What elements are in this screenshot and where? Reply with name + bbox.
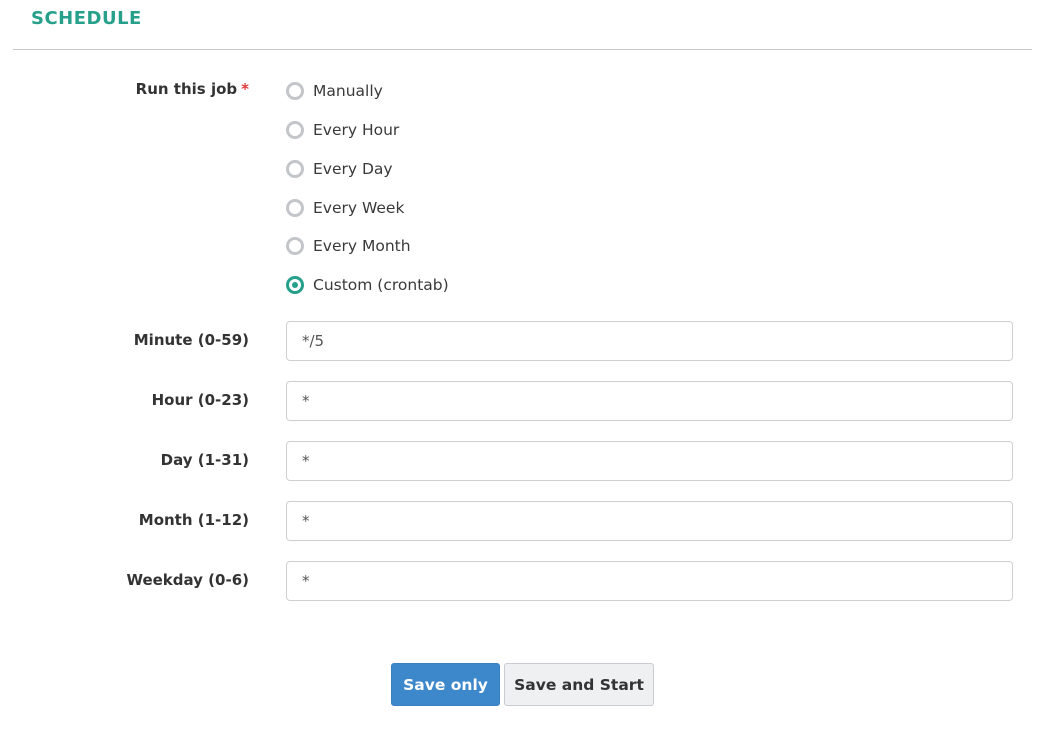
section-divider [13,49,1032,50]
radio-icon[interactable] [286,121,304,139]
radio-manually[interactable]: Manually [286,80,383,102]
radio-every-day[interactable]: Every Day [286,158,393,180]
radio-label: Custom (crontab) [313,276,449,294]
weekday-input[interactable] [286,561,1013,601]
month-label: Month (1-12) [138,511,249,529]
radio-label: Manually [313,82,383,100]
minute-input[interactable] [286,321,1013,361]
radio-label: Every Hour [313,121,400,139]
run-job-label-text: Run this job [135,80,238,98]
hour-input[interactable] [286,381,1013,421]
radio-label: Every Day [313,160,393,178]
radio-checked-icon[interactable] [286,276,304,294]
radio-every-hour[interactable]: Every Hour [286,119,399,141]
save-only-button[interactable]: Save only [391,663,500,706]
radio-icon[interactable] [286,237,304,255]
save-and-start-button[interactable]: Save and Start [504,663,654,706]
minute-label: Minute (0-59) [133,331,249,349]
required-marker: * [241,80,249,98]
day-input[interactable] [286,441,1013,481]
day-label: Day (1-31) [160,451,249,469]
radio-every-month[interactable]: Every Month [286,235,411,257]
radio-icon[interactable] [286,160,304,178]
month-input[interactable] [286,501,1013,541]
run-job-label: Run this job * [136,80,249,98]
section-title: SCHEDULE [31,8,142,29]
weekday-label: Weekday (0-6) [126,571,249,589]
radio-label: Every Month [313,237,411,255]
radio-every-week[interactable]: Every Week [286,197,404,219]
radio-icon[interactable] [286,82,304,100]
radio-custom-crontab[interactable]: Custom (crontab) [286,274,449,296]
radio-label: Every Week [313,199,405,217]
hour-label: Hour (0-23) [151,391,249,409]
radio-icon[interactable] [286,199,304,217]
